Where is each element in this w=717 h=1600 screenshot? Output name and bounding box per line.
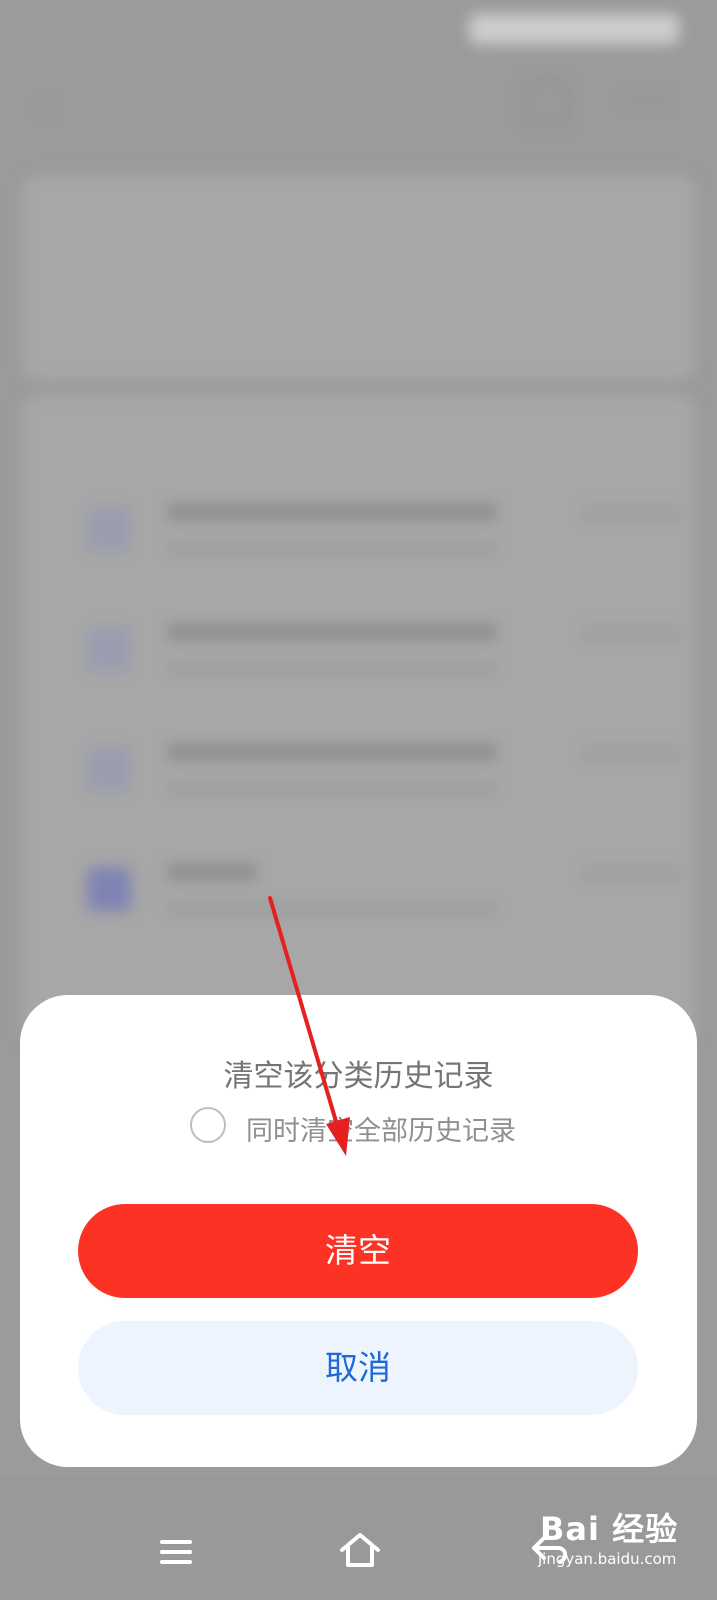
radio-button[interactable] xyxy=(190,1107,226,1143)
item-title-placeholder xyxy=(167,623,497,641)
item-icon xyxy=(87,867,131,911)
item-icon xyxy=(87,507,131,551)
back-arrow-icon: ‹ xyxy=(40,88,52,123)
item-time-placeholder xyxy=(582,865,682,881)
status-icons xyxy=(469,14,679,44)
list-item xyxy=(72,485,682,575)
cancel-button[interactable]: 取消 xyxy=(78,1321,638,1415)
clear-history-dialog: 清空该分类历史记录 同时清空全部历史记录 清空 取消 xyxy=(20,995,697,1467)
status-bar xyxy=(0,0,717,60)
list-item xyxy=(72,605,682,695)
item-subtitle-placeholder xyxy=(167,783,497,795)
item-title-placeholder xyxy=(167,863,257,881)
watermark-url: jingyan.baidu.com xyxy=(538,1550,677,1568)
dialog-title: 清空该分类历史记录 xyxy=(223,1059,494,1094)
watermark: Bai 经验 jingyan.baidu.com xyxy=(528,1504,698,1584)
clear-button[interactable]: 清空 xyxy=(78,1204,638,1298)
filter-card xyxy=(22,175,695,380)
item-icon xyxy=(87,747,131,791)
item-subtitle-placeholder xyxy=(167,663,497,675)
item-time-placeholder xyxy=(582,625,682,641)
nav-action-icon xyxy=(525,82,567,124)
item-subtitle-placeholder xyxy=(167,543,497,555)
item-title-placeholder xyxy=(167,503,497,521)
watermark-brand: Bai 经验 xyxy=(540,1510,679,1548)
list-item xyxy=(72,725,682,815)
screen: ‹ Bai 经验 jingyan.baidu.com 清空该分类历史记录 同时清… xyxy=(0,0,717,1600)
clear-all-option[interactable]: 同时清空全部历史记录 xyxy=(190,1107,570,1149)
list-item xyxy=(72,845,682,935)
menu-icon[interactable] xyxy=(160,1540,192,1564)
top-nav: ‹ xyxy=(0,60,717,150)
clear-all-option-label[interactable]: 同时清空全部历史记录 xyxy=(246,1109,516,1148)
item-icon xyxy=(87,627,131,671)
home-icon[interactable] xyxy=(338,1530,382,1570)
item-subtitle-placeholder xyxy=(167,903,497,915)
nav-more-icon xyxy=(627,98,667,102)
history-list-card xyxy=(22,395,695,1045)
item-title-placeholder xyxy=(167,743,497,761)
item-time-placeholder xyxy=(582,505,682,521)
item-time-placeholder xyxy=(582,745,682,761)
